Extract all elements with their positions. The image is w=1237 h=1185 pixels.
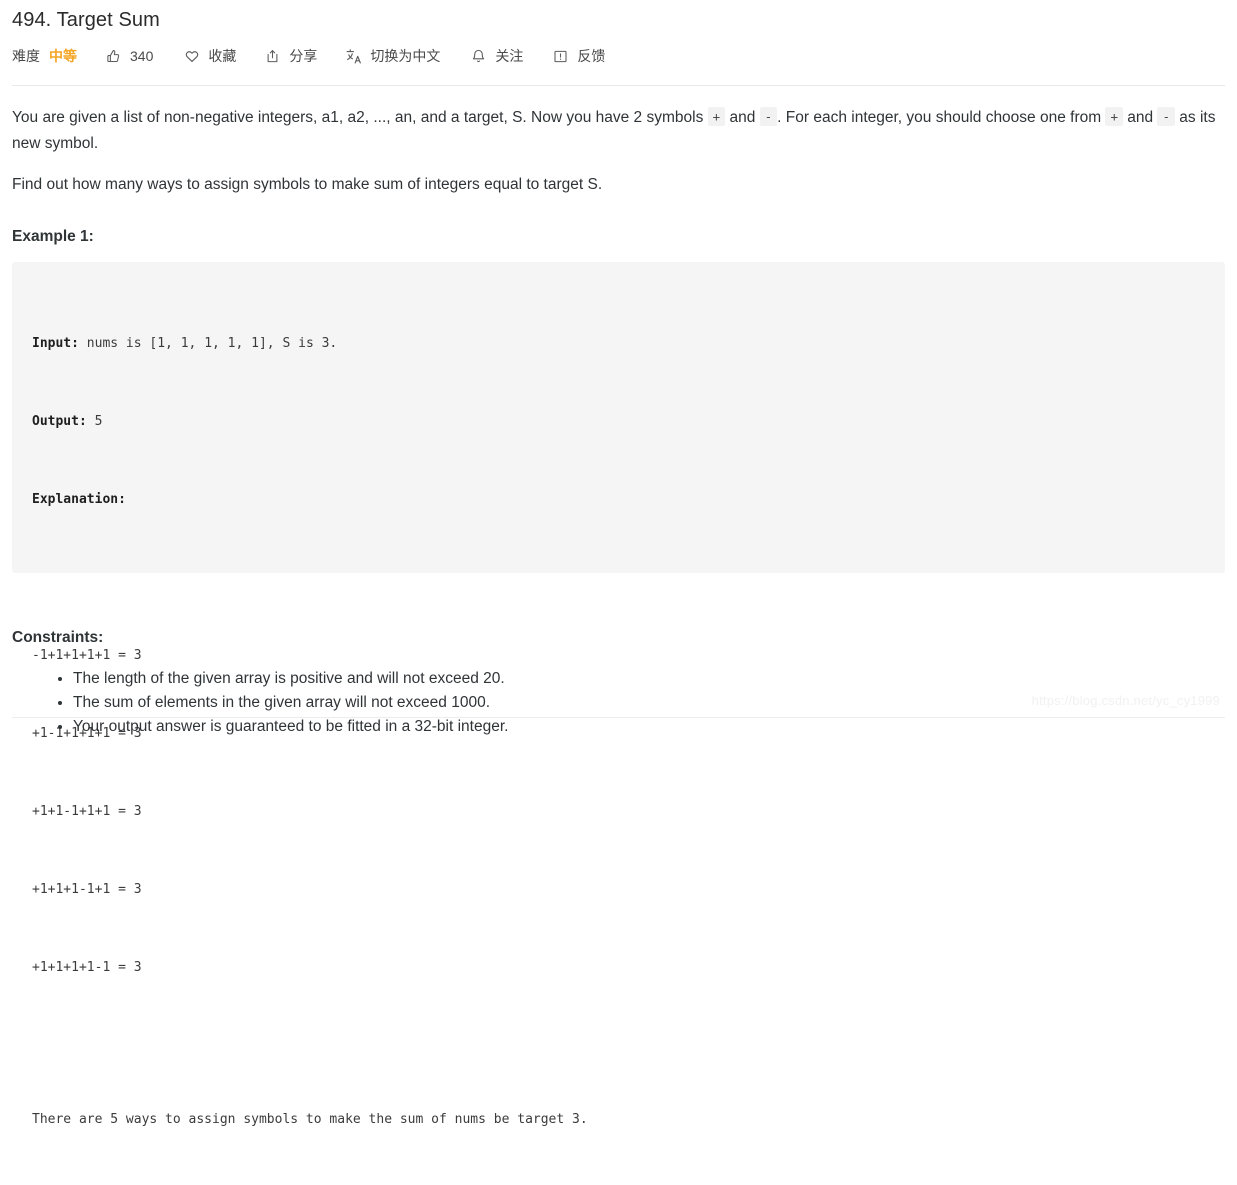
- equation-line: +1+1+1+1-1 = 3: [32, 960, 142, 975]
- problem-page: 494. Target Sum 难度 中等 340 收藏 分享 切换为中文 关注…: [0, 0, 1237, 1127]
- desc-text-3: . For each integer, you should choose on…: [777, 109, 1106, 126]
- heart-icon: [183, 48, 200, 65]
- example-code-block: Input: nums is [1, 1, 1, 1, 1], S is 3. …: [12, 262, 1225, 1127]
- difficulty-value: 中等: [49, 48, 77, 64]
- example-explanation-line: Explanation:: [32, 487, 1205, 513]
- translate-label: 切换为中文: [370, 48, 441, 64]
- bottom-divider: [12, 717, 1225, 718]
- favorite-label: 收藏: [208, 48, 237, 64]
- input-key: Input:: [32, 336, 79, 351]
- feedback-button[interactable]: 反馈: [552, 46, 605, 66]
- description-paragraph-2: Find out how many ways to assign symbols…: [12, 176, 603, 193]
- output-key: Output:: [32, 414, 87, 429]
- feedback-icon: [552, 48, 569, 65]
- follow-label: 关注: [495, 48, 524, 64]
- feedback-label: 反馈: [577, 48, 606, 64]
- share-icon: [264, 48, 281, 65]
- input-value: nums is [1, 1, 1, 1, 1], S is 3.: [78, 336, 338, 351]
- inline-code-minus-1: -: [759, 107, 778, 126]
- favorite-button[interactable]: 收藏: [183, 46, 236, 66]
- translate-button[interactable]: 切换为中文: [345, 46, 440, 66]
- share-button[interactable]: 分享: [264, 46, 317, 66]
- desc-text-4: and: [1122, 109, 1158, 126]
- follow-button[interactable]: 关注: [470, 46, 523, 66]
- inline-code-plus-2: +: [1105, 107, 1123, 126]
- example-heading: Example 1:: [12, 228, 94, 245]
- page-title: 494. Target Sum: [12, 9, 160, 31]
- example-output-line: Output: 5: [32, 409, 1205, 435]
- example-summary: There are 5 ways to assign symbols to ma…: [32, 1112, 588, 1127]
- list-item: Your output answer is guaranteed to be f…: [58, 715, 1225, 739]
- like-button[interactable]: 340: [105, 48, 153, 65]
- constraints-heading: Constraints:: [12, 629, 104, 646]
- share-label: 分享: [289, 48, 318, 64]
- watermark: https://blog.csdn.net/yc_cy1999: [1031, 693, 1220, 708]
- header-divider: [12, 85, 1225, 86]
- difficulty-badge: 难度 中等: [12, 46, 77, 66]
- desc-text-2: and: [725, 109, 760, 126]
- translate-icon: [345, 48, 362, 65]
- inline-code-minus-2: -: [1157, 107, 1175, 126]
- bell-icon: [470, 48, 487, 65]
- equation-line: +1+1+1-1+1 = 3: [32, 882, 142, 897]
- equation-line: +1+1-1+1+1 = 3: [32, 804, 142, 819]
- description-paragraph-1: You are given a list of non-negative int…: [12, 104, 1225, 157]
- thumbs-up-icon: [105, 48, 122, 65]
- desc-text-1: You are given a list of non-negative int…: [12, 109, 708, 126]
- output-value: 5: [86, 414, 103, 429]
- example-input-line: Input: nums is [1, 1, 1, 1, 1], S is 3.: [32, 331, 1205, 357]
- problem-toolbar: 难度 中等 340 收藏 分享 切换为中文 关注 反馈: [12, 41, 1225, 71]
- inline-code-plus-1: +: [707, 107, 726, 126]
- list-item: The length of the given array is positiv…: [58, 667, 1225, 691]
- difficulty-label: 难度: [12, 48, 40, 64]
- like-count: 340: [130, 48, 154, 64]
- code-spacer-top: [32, 565, 1205, 591]
- code-spacer-bottom: [32, 1033, 1205, 1055]
- explanation-key: Explanation:: [32, 492, 126, 507]
